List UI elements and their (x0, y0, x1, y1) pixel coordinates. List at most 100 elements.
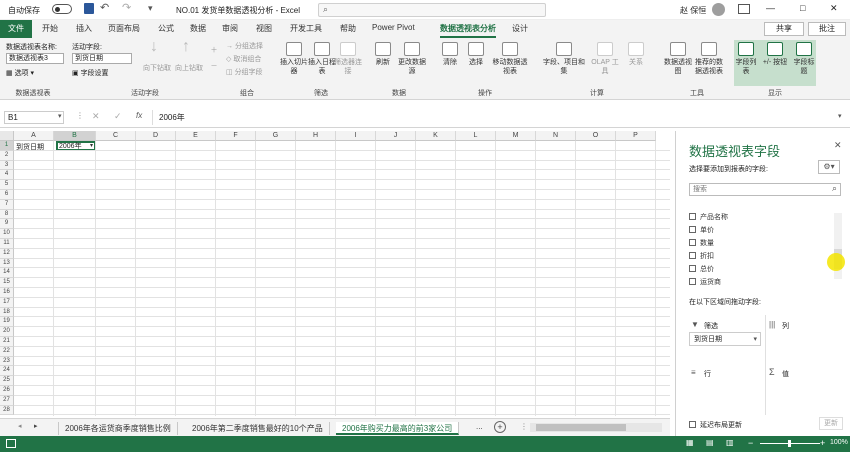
worksheet-grid[interactable]: ABCDEFGHIJKLMNOP 1 2 3 4 5 6 7 8 9 10 11 12 13 14 15 16… (0, 131, 670, 416)
sheet-tab[interactable]: 2006年第二季度销售最好的10个产品 (186, 422, 330, 435)
column-header-l[interactable]: L (456, 131, 496, 141)
name-box[interactable]: B1 (4, 111, 64, 124)
name-box-chevron-icon[interactable]: ▾ (58, 112, 62, 120)
avatar[interactable] (712, 3, 725, 16)
olap-tools-button[interactable]: OLAP 工具 (588, 42, 622, 76)
change-source-button[interactable]: 更改数据源 (396, 42, 428, 76)
tab-home[interactable]: 开始 (42, 23, 58, 34)
sheet-tab[interactable]: 2006年各运货商季度销售比例 (58, 422, 178, 435)
next-sheet-icon[interactable]: ▸ (34, 422, 38, 430)
macro-record-icon[interactable] (6, 439, 16, 448)
sheet-options-icon[interactable]: ⋮ (520, 422, 528, 431)
field-list-toggle[interactable]: 字段列表 (734, 42, 758, 76)
row-header[interactable]: 1 (0, 141, 14, 151)
add-sheet-icon[interactable]: + (494, 421, 506, 433)
column-header-c[interactable]: C (96, 131, 136, 141)
refresh-button[interactable]: 刷新 (370, 42, 396, 67)
field-headers-toggle[interactable]: 字段标题 (792, 42, 816, 76)
tab-formulas[interactable]: 公式 (158, 23, 174, 34)
row-header[interactable]: 26 (0, 386, 14, 396)
enter-icon[interactable]: ✓ (114, 111, 122, 122)
insert-timeline-button[interactable]: 插入日程表 (308, 42, 336, 76)
field-checkbox[interactable] (689, 226, 696, 233)
column-header-d[interactable]: D (136, 131, 176, 141)
row-header[interactable]: 27 (0, 395, 14, 406)
filter-connections-button[interactable]: 筛选器连接 (334, 42, 362, 76)
close-button[interactable]: ✕ (830, 3, 838, 14)
normal-view-icon[interactable]: ▦ (686, 438, 694, 447)
page-break-view-icon[interactable]: ▥ (726, 438, 734, 447)
tab-insert[interactable]: 插入 (76, 23, 92, 34)
save-icon[interactable] (84, 3, 94, 14)
column-header-m[interactable]: M (496, 131, 536, 141)
row-header[interactable]: 17 (0, 297, 14, 308)
filter-area-item[interactable]: 到货日期 ▾ (689, 332, 761, 346)
search-box[interactable]: ⌕ (318, 3, 546, 17)
field-label[interactable]: 运货商 (700, 277, 721, 287)
column-header-p[interactable]: P (616, 131, 656, 141)
group-selection-button[interactable]: → 分组选择 (226, 42, 263, 51)
row-header[interactable]: 28 (0, 405, 14, 416)
pivot-name-input[interactable]: 数据透视表3 (6, 53, 64, 64)
comment-button[interactable]: 批注 (808, 22, 846, 36)
ungroup-button[interactable]: ◇ 取消组合 (226, 55, 261, 64)
page-layout-view-icon[interactable]: ▤ (706, 438, 714, 447)
field-checkbox[interactable] (689, 213, 696, 220)
share-button[interactable]: 共享 (764, 22, 804, 36)
row-header[interactable]: 19 (0, 317, 14, 328)
select-button[interactable]: 选择 (464, 42, 488, 67)
tab-pivot-analyze[interactable]: 数据透视表分析 (440, 23, 496, 38)
quick-access-more-icon[interactable]: ▾ (148, 3, 153, 14)
column-header-h[interactable]: H (296, 131, 336, 141)
autosave-toggle[interactable] (52, 4, 72, 14)
group-field-button[interactable]: ◫ 分组字段 (226, 68, 263, 77)
row-header[interactable]: 23 (0, 356, 14, 367)
expand-field-button[interactable]: ＋ (206, 46, 222, 55)
formula-input[interactable]: 2006年 (152, 110, 832, 125)
row-header[interactable]: 4 (0, 170, 14, 181)
field-label[interactable]: 总价 (700, 264, 714, 274)
field-label[interactable]: 折扣 (700, 251, 714, 261)
row-header[interactable]: 6 (0, 190, 14, 200)
field-checkbox[interactable] (689, 265, 696, 272)
redo-icon[interactable]: ↷ (122, 1, 131, 14)
tab-power-pivot[interactable]: Power Pivot (372, 23, 415, 32)
zoom-slider-thumb[interactable] (788, 440, 791, 447)
column-header-b[interactable]: B (54, 131, 96, 141)
field-label[interactable]: 产品名称 (700, 212, 728, 222)
more-sheets-button[interactable]: ... (476, 422, 483, 431)
fields-items-button[interactable]: 字段、项目和集 (540, 42, 588, 76)
collapse-field-button[interactable]: － (206, 62, 222, 71)
zoom-level[interactable]: 100% (830, 439, 848, 446)
column-header-k[interactable]: K (416, 131, 456, 141)
tab-page-layout[interactable]: 页面布局 (108, 23, 140, 34)
restore-button[interactable]: □ (800, 3, 805, 13)
expand-formula-icon[interactable]: ▾ (838, 112, 842, 120)
column-header-j[interactable]: J (376, 131, 416, 141)
undo-icon[interactable]: ↶ (100, 1, 109, 14)
tab-developer[interactable]: 开发工具 (290, 23, 322, 34)
field-label[interactable]: 数量 (700, 238, 714, 248)
tab-view[interactable]: 视图 (256, 23, 272, 34)
column-header-n[interactable]: N (536, 131, 576, 141)
tab-data[interactable]: 数据 (190, 23, 206, 34)
row-header[interactable]: 20 (0, 327, 14, 337)
chevron-down-icon[interactable]: ▾ (753, 333, 757, 346)
tab-file[interactable]: 文件 (0, 20, 32, 38)
row-header[interactable]: 25 (0, 376, 14, 386)
row-header[interactable]: 22 (0, 346, 14, 357)
relationships-button[interactable]: 关系 (624, 42, 648, 67)
tab-review[interactable]: 审阅 (222, 23, 238, 34)
zoom-in-button[interactable]: + (820, 438, 825, 448)
pane-close-icon[interactable]: ✕ (834, 140, 842, 151)
row-header[interactable]: 8 (0, 209, 14, 220)
column-header-g[interactable]: G (256, 131, 296, 141)
column-header-o[interactable]: O (576, 131, 616, 141)
field-settings-button[interactable]: ▣ 字段设置 (72, 68, 109, 78)
pivot-chart-button[interactable]: 数据透视图 (664, 42, 692, 76)
row-header[interactable]: 21 (0, 337, 14, 347)
active-field-input[interactable]: 到货日期 (72, 53, 132, 64)
sheet-tab-active[interactable]: 2006年购买力最高的前3家公司 (336, 422, 460, 435)
row-header[interactable]: 5 (0, 180, 14, 190)
drill-up-button[interactable]: ↑ 向上钻取 (172, 39, 206, 73)
